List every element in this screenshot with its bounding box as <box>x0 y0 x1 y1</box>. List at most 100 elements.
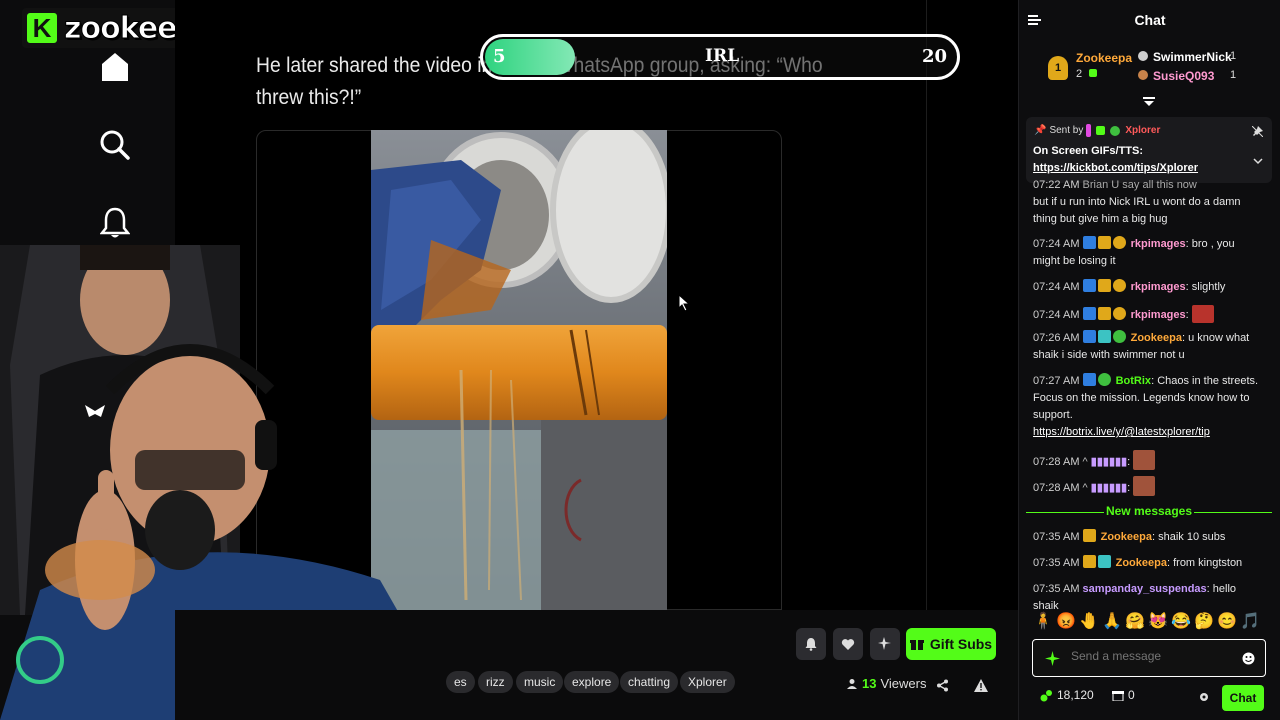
tag-3[interactable]: explore <box>564 671 620 693</box>
tag-1[interactable]: rizz <box>478 671 513 693</box>
message-user-obscured[interactable]: ▮▮▮▮▮▮ <box>1091 482 1127 494</box>
chat-message: 07:35 AM sampanday_suspendas: hello shai… <box>1033 583 1237 612</box>
message-user-obscured[interactable]: ▮▮▮▮▮▮ <box>1091 456 1127 468</box>
tag-5[interactable]: Xplorer <box>680 671 735 693</box>
message-text: but if u run into Nick IRL u wont do a d… <box>1033 196 1241 225</box>
pinned-sender[interactable]: Xplorer <box>1125 125 1160 136</box>
chat-input[interactable] <box>1071 649 1231 663</box>
sub-badge-icon <box>1097 330 1111 343</box>
crown-badge-icon <box>1097 236 1111 249</box>
badge-icon <box>1082 279 1096 292</box>
emote-icon <box>1191 305 1214 323</box>
settings-gear-icon[interactable] <box>1198 690 1210 708</box>
emote-icon <box>1133 450 1156 470</box>
leader-2-count: 1 <box>1230 50 1237 62</box>
emote-icon[interactable]: 🎵 <box>1240 611 1260 631</box>
verified-badge-icon <box>1110 125 1121 136</box>
emote-icon[interactable]: 😊 <box>1217 611 1237 631</box>
goal-target-value: 20 <box>921 46 947 67</box>
crown-badge-icon <box>1082 529 1096 542</box>
unpin-icon[interactable] <box>1251 124 1264 142</box>
message-text: slightly <box>1191 281 1226 293</box>
message-user[interactable]: rkpimages <box>1131 281 1186 293</box>
message-text: from kingtston <box>1173 557 1243 569</box>
tag-4[interactable]: chatting <box>620 671 679 693</box>
message-link[interactable]: https://botrix.live/y/@latestxplorer/tip <box>1033 426 1210 438</box>
message-user[interactable]: Zookeepa <box>1116 557 1167 569</box>
chat-message: 07:35 AM Zookeepa: from kingtston <box>1033 555 1243 569</box>
message-user[interactable]: BotRix <box>1116 375 1151 387</box>
rank-badge-icon <box>1112 236 1126 249</box>
emote-icon[interactable]: 🧍 <box>1033 611 1053 631</box>
badge-icon <box>1082 330 1096 343</box>
emote-icon[interactable]: 🤚 <box>1079 611 1099 631</box>
sparkle-icon[interactable] <box>1045 651 1060 671</box>
send-chat-button[interactable]: Chat <box>1222 685 1264 711</box>
leader-1-count: 2 <box>1076 68 1083 80</box>
boost-button[interactable] <box>870 628 900 660</box>
leader-2-name[interactable]: SwimmerNick <box>1153 50 1232 64</box>
verified-badge-icon <box>1112 330 1126 343</box>
notify-button[interactable] <box>796 628 826 660</box>
expand-leaderboard-icon[interactable] <box>1143 94 1155 112</box>
tag-2[interactable]: music <box>516 671 564 693</box>
emote-icon[interactable]: 🤔 <box>1194 611 1214 631</box>
message-time: 07:24 AM <box>1033 281 1080 293</box>
leader-1-name[interactable]: Zookeepa <box>1076 51 1132 65</box>
follow-button[interactable] <box>833 628 863 660</box>
chat-message: 07:24 AM rkpimages: bro , you might be l… <box>1033 236 1235 267</box>
chat-input-box[interactable] <box>1032 639 1266 677</box>
message-user[interactable]: rkpimages <box>1131 238 1186 250</box>
gift-icon <box>1112 691 1124 701</box>
emoji-icon[interactable] <box>1242 652 1255 670</box>
home-icon[interactable] <box>96 48 134 86</box>
crown-badge-icon <box>1082 555 1096 568</box>
points-value: 18,120 <box>1057 688 1094 702</box>
leader-3-medal-icon <box>1138 70 1148 80</box>
gift-subs-button[interactable]: Gift Subs <box>906 628 996 660</box>
message-time: 07:28 AM <box>1033 456 1080 468</box>
share-icon[interactable] <box>936 679 949 697</box>
bell-icon[interactable] <box>96 204 134 242</box>
logo-letter: K <box>24 10 60 46</box>
chat-message: 07:28 AM ^ ▮▮▮▮▮▮: <box>1033 450 1263 471</box>
report-icon[interactable] <box>974 679 988 697</box>
message-time: 07:35 AM <box>1033 583 1080 595</box>
channel-points[interactable]: 18,120 <box>1040 688 1094 702</box>
message-user[interactable]: Zookeepa <box>1131 332 1182 344</box>
message-user[interactable]: rkpimages <box>1131 309 1186 321</box>
message-user[interactable]: sampanday_suspendas <box>1083 583 1207 595</box>
goal-current-value: 5 <box>493 46 506 67</box>
subs-count: 0 <box>1112 688 1135 702</box>
tag-0[interactable]: es <box>446 671 475 693</box>
chat-message: 07:35 AM Zookeepa: shaik 10 subs <box>1033 529 1226 543</box>
message-time: 07:24 AM <box>1033 238 1080 250</box>
crown-badge-icon <box>1097 279 1111 292</box>
message-time: 07:27 AM <box>1033 375 1080 387</box>
emote-icon[interactable]: 🙏 <box>1102 611 1122 631</box>
viewer-count-value: 13 <box>862 676 877 691</box>
message-time: 07:28 AM <box>1033 482 1080 494</box>
viewer-count: 13 Viewers <box>846 676 926 691</box>
chat-title: Chat <box>1134 12 1166 28</box>
rank-badge: 1 <box>1048 56 1068 80</box>
message-time: 07:24 AM <box>1033 309 1080 321</box>
badge-icon <box>1082 373 1096 386</box>
emote-icon[interactable]: 😻 <box>1148 611 1168 631</box>
stream-info-bar <box>175 610 1020 720</box>
chevron-down-icon[interactable] <box>1253 152 1263 170</box>
subs-count-value: 0 <box>1128 688 1135 702</box>
points-icon <box>1040 689 1052 701</box>
leader-3-name[interactable]: SusieQ093 <box>1153 69 1214 83</box>
emote-icon[interactable]: 🤗 <box>1125 611 1145 631</box>
emote-icon[interactable]: 😂 <box>1171 611 1191 631</box>
leader-2-medal-icon <box>1138 51 1148 61</box>
pinned-link[interactable]: https://kickbot.com/tips/Xplorer <box>1033 162 1198 174</box>
emote-icon[interactable]: 😡 <box>1056 611 1076 631</box>
goal-label: IRL <box>705 46 740 66</box>
message-prefix: Brian U say all this now <box>1082 179 1197 191</box>
badge-icon <box>1086 124 1092 137</box>
search-icon[interactable] <box>96 126 134 164</box>
message-user[interactable]: Zookeepa <box>1101 531 1152 543</box>
new-messages-divider: New messages <box>1026 504 1272 518</box>
